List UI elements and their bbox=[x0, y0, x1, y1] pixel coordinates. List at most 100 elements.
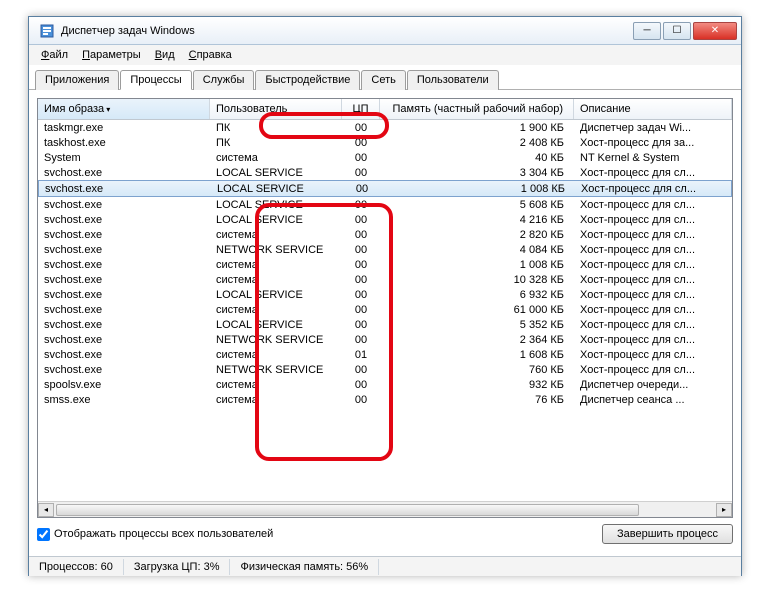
cell: LOCAL SERVICE bbox=[210, 214, 342, 226]
table-row[interactable]: smss.exeсистема0076 КБДиспетчер сеанса .… bbox=[38, 392, 732, 407]
menu-view[interactable]: Вид bbox=[149, 48, 181, 62]
cell: Хост-процесс для сл... bbox=[574, 364, 732, 376]
cell: svchost.exe bbox=[38, 289, 210, 301]
cell: 10 328 КБ bbox=[380, 274, 574, 286]
table-row[interactable]: svchost.exeLOCAL SERVICE006 932 КБХост-п… bbox=[38, 287, 732, 302]
cell: taskhost.exe bbox=[38, 137, 210, 149]
cell: система bbox=[210, 349, 342, 361]
status-memory: Физическая память: 56% bbox=[230, 559, 379, 575]
table-row[interactable]: Systemсистема0040 КБNT Kernel & System bbox=[38, 150, 732, 165]
cell: Хост-процесс для сл... bbox=[574, 334, 732, 346]
tab-пользователи[interactable]: Пользователи bbox=[407, 70, 499, 90]
table-body[interactable]: taskmgr.exeПК001 900 КБДиспетчер задач W… bbox=[38, 120, 732, 501]
cell: 00 bbox=[342, 137, 380, 149]
cell: система bbox=[210, 394, 342, 406]
table-row[interactable]: svchost.exeNETWORK SERVICE004 084 КБХост… bbox=[38, 242, 732, 257]
cell: ПК bbox=[210, 137, 342, 149]
table-row[interactable]: svchost.exeсистема001 008 КБХост-процесс… bbox=[38, 257, 732, 272]
cell: Хост-процесс для сл... bbox=[574, 304, 732, 316]
tab-процессы[interactable]: Процессы bbox=[120, 70, 191, 90]
cell: svchost.exe bbox=[38, 229, 210, 241]
show-all-users-checkbox[interactable]: Отображать процессы всех пользователей bbox=[37, 528, 273, 541]
cell: 00 bbox=[342, 122, 380, 134]
cell: Диспетчер сеанса ... bbox=[574, 394, 732, 406]
table-row[interactable]: taskmgr.exeПК001 900 КБДиспетчер задач W… bbox=[38, 120, 732, 135]
cell: система bbox=[210, 259, 342, 271]
cell: 1 608 КБ bbox=[380, 349, 574, 361]
close-button[interactable]: ✕ bbox=[693, 22, 737, 40]
table-row[interactable]: svchost.exeLOCAL SERVICE003 304 КБХост-п… bbox=[38, 165, 732, 180]
cell: система bbox=[210, 229, 342, 241]
cell: 61 000 КБ bbox=[380, 304, 574, 316]
titlebar[interactable]: Диспетчер задач Windows ─ ☐ ✕ bbox=[29, 17, 741, 45]
tab-быстродействие[interactable]: Быстродействие bbox=[255, 70, 360, 90]
cell: svchost.exe bbox=[38, 214, 210, 226]
scroll-track[interactable] bbox=[54, 503, 716, 517]
horizontal-scrollbar[interactable]: ◂ ▸ bbox=[38, 501, 732, 517]
scroll-left-button[interactable]: ◂ bbox=[38, 503, 54, 517]
table-row[interactable]: svchost.exeLOCAL SERVICE001 008 КБХост-п… bbox=[38, 180, 732, 197]
cell: 00 bbox=[342, 334, 380, 346]
tabbar: ПриложенияПроцессыСлужбыБыстродействиеСе… bbox=[29, 65, 741, 90]
show-all-users-label: Отображать процессы всех пользователей bbox=[54, 528, 273, 540]
cell: 5 352 КБ bbox=[380, 319, 574, 331]
tab-службы[interactable]: Службы bbox=[193, 70, 255, 90]
cell: 00 bbox=[342, 319, 380, 331]
cell: 6 932 КБ bbox=[380, 289, 574, 301]
cell: Хост-процесс для сл... bbox=[574, 259, 732, 271]
cell: система bbox=[210, 274, 342, 286]
cell: 40 КБ bbox=[380, 152, 574, 164]
cell: LOCAL SERVICE bbox=[210, 289, 342, 301]
table-row[interactable]: svchost.exeNETWORK SERVICE002 364 КБХост… bbox=[38, 332, 732, 347]
cell: svchost.exe bbox=[38, 334, 210, 346]
cell: 00 bbox=[342, 244, 380, 256]
cell: 00 bbox=[342, 229, 380, 241]
cell: 76 КБ bbox=[380, 394, 574, 406]
cell: LOCAL SERVICE bbox=[210, 167, 342, 179]
menu-options[interactable]: Параметры bbox=[76, 48, 147, 62]
tab-сеть[interactable]: Сеть bbox=[361, 70, 405, 90]
table-row[interactable]: svchost.exeNETWORK SERVICE00760 КБХост-п… bbox=[38, 362, 732, 377]
cell: 1 900 КБ bbox=[380, 122, 574, 134]
minimize-button[interactable]: ─ bbox=[633, 22, 661, 40]
col-image[interactable]: Имя образа▾ bbox=[38, 99, 210, 119]
table-row[interactable]: taskhost.exeПК002 408 КБХост-процесс для… bbox=[38, 135, 732, 150]
table-row[interactable]: spoolsv.exeсистема00932 КБДиспетчер очер… bbox=[38, 377, 732, 392]
table-row[interactable]: svchost.exeсистема011 608 КБХост-процесс… bbox=[38, 347, 732, 362]
cell: spoolsv.exe bbox=[38, 379, 210, 391]
scroll-thumb[interactable] bbox=[56, 504, 639, 516]
col-cpu[interactable]: ЦП bbox=[342, 99, 380, 119]
cell: 1 008 КБ bbox=[380, 259, 574, 271]
table-header: Имя образа▾ Пользователь ЦП Память (част… bbox=[38, 99, 732, 120]
menu-help[interactable]: Справка bbox=[183, 48, 238, 62]
cell: 00 bbox=[342, 304, 380, 316]
cell: 00 bbox=[342, 379, 380, 391]
menu-file[interactable]: Файл bbox=[35, 48, 74, 62]
table-row[interactable]: svchost.exeсистема0010 328 КБХост-процес… bbox=[38, 272, 732, 287]
cell: NT Kernel & System bbox=[574, 152, 732, 164]
show-all-users-input[interactable] bbox=[37, 528, 50, 541]
cell: LOCAL SERVICE bbox=[210, 199, 342, 211]
table-row[interactable]: svchost.exeсистема002 820 КБХост-процесс… bbox=[38, 227, 732, 242]
end-process-button[interactable]: Завершить процесс bbox=[602, 524, 733, 544]
col-description[interactable]: Описание bbox=[574, 99, 732, 119]
col-memory[interactable]: Память (частный рабочий набор) bbox=[380, 99, 574, 119]
scroll-right-button[interactable]: ▸ bbox=[716, 503, 732, 517]
table-row[interactable]: svchost.exeLOCAL SERVICE005 352 КБХост-п… bbox=[38, 317, 732, 332]
cell: svchost.exe bbox=[38, 199, 210, 211]
cell: 00 bbox=[342, 394, 380, 406]
cell: svchost.exe bbox=[38, 364, 210, 376]
cell: 00 bbox=[342, 167, 380, 179]
table-row[interactable]: svchost.exeсистема0061 000 КБХост-процес… bbox=[38, 302, 732, 317]
table-row[interactable]: svchost.exeLOCAL SERVICE004 216 КБХост-п… bbox=[38, 212, 732, 227]
maximize-button[interactable]: ☐ bbox=[663, 22, 691, 40]
col-user[interactable]: Пользователь bbox=[210, 99, 342, 119]
table-row[interactable]: svchost.exeLOCAL SERVICE005 608 КБХост-п… bbox=[38, 197, 732, 212]
cell: svchost.exe bbox=[38, 304, 210, 316]
cell: LOCAL SERVICE bbox=[211, 183, 343, 195]
cell: Хост-процесс для сл... bbox=[574, 229, 732, 241]
cell: 4 216 КБ bbox=[380, 214, 574, 226]
cell: svchost.exe bbox=[38, 259, 210, 271]
cell: 5 608 КБ bbox=[380, 199, 574, 211]
tab-приложения[interactable]: Приложения bbox=[35, 70, 119, 90]
